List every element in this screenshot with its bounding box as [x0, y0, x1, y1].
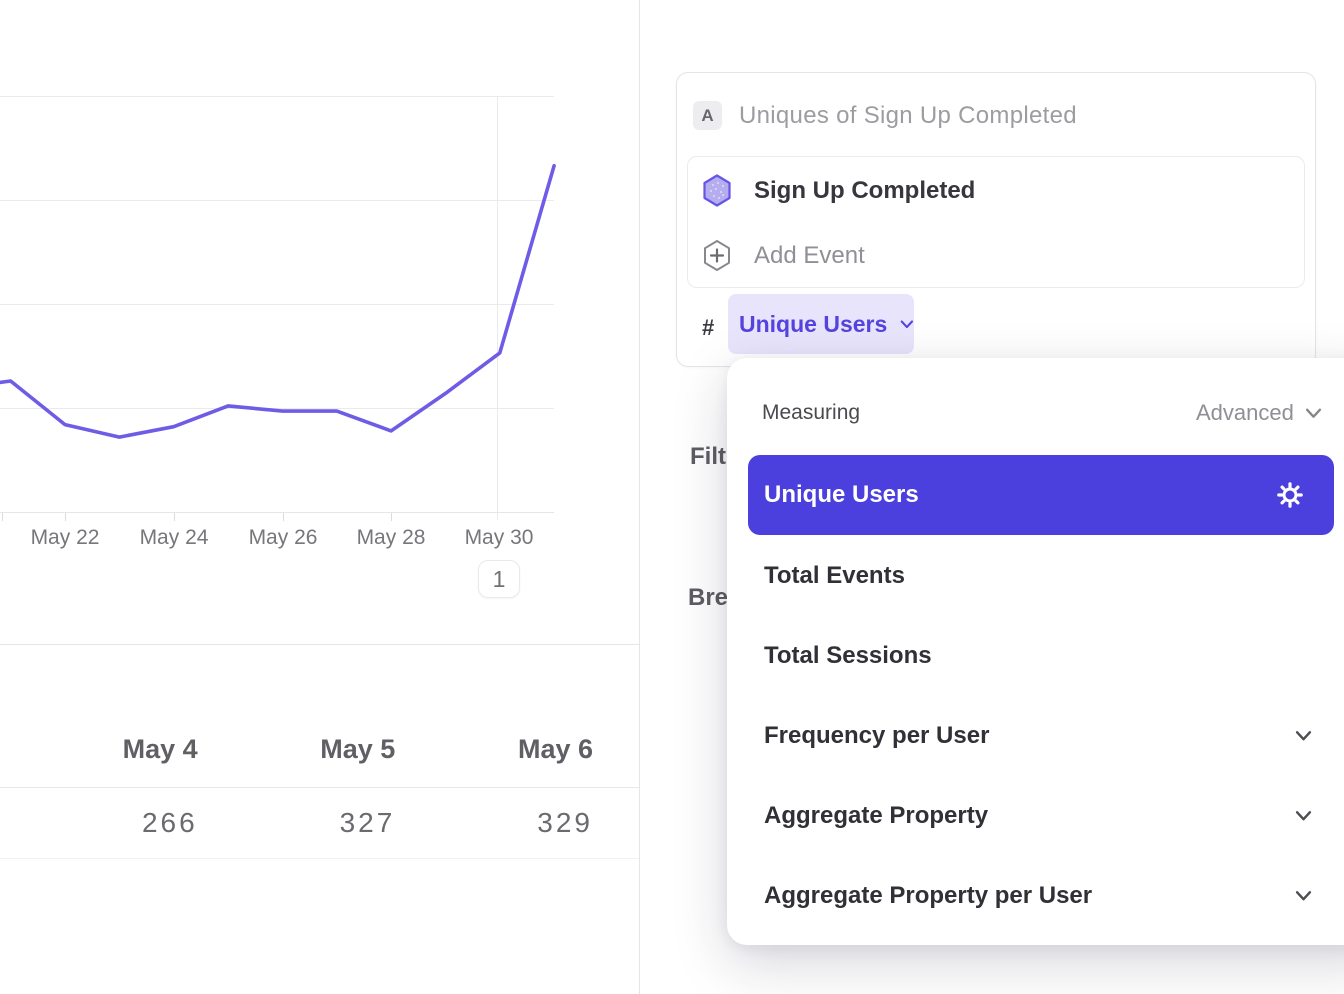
metric-title: Uniques of Sign Up Completed [739, 101, 1077, 131]
measuring-dropdown-menu: Measuring Advanced Unique Users Total Ev… [727, 358, 1344, 945]
menu-item-label: Total Events [764, 562, 905, 590]
menu-item-total-sessions[interactable]: Total Sessions [748, 616, 1334, 696]
chevron-down-icon [1295, 811, 1312, 822]
menu-item-label: Aggregate Property per User [764, 882, 1092, 910]
table-value-cell: 329 [395, 807, 593, 839]
menu-item-aggregate-property[interactable]: Aggregate Property [748, 776, 1334, 856]
chevron-down-icon [1295, 731, 1312, 742]
gear-icon[interactable] [1276, 481, 1304, 509]
x-axis-label: May 30 [465, 526, 534, 550]
measuring-menu-title: Measuring [762, 398, 860, 428]
menu-item-label: Frequency per User [764, 722, 989, 750]
breakdown-section-label: Bre [688, 584, 728, 612]
menu-item-label: Unique Users [764, 481, 919, 509]
series-letter-badge[interactable]: A [693, 101, 722, 130]
advanced-mode-label: Advanced [1196, 400, 1294, 426]
measure-hash-symbol: # [702, 314, 714, 342]
table-value-cell: 327 [198, 807, 396, 839]
annotation-marker-badge[interactable]: 1 [478, 560, 520, 598]
table-header-cell: May 4 [0, 734, 198, 765]
menu-item-aggregate-property-per-user[interactable]: Aggregate Property per User [748, 856, 1334, 936]
plus-hexagon-icon[interactable] [702, 239, 732, 272]
x-axis-label: May 26 [249, 526, 318, 550]
event-row[interactable]: Sign Up Completed [754, 174, 975, 207]
table-header-cell: May 6 [395, 734, 593, 765]
menu-item-frequency-per-user[interactable]: Frequency per User [748, 696, 1334, 776]
metric-query-card: A Uniques of Sign Up Completed Sign Up C… [676, 72, 1316, 367]
menu-item-label: Aggregate Property [764, 802, 988, 830]
x-axis-label: May 24 [140, 526, 209, 550]
advanced-mode-toggle[interactable]: Advanced [1196, 398, 1322, 428]
menu-item-unique-users[interactable]: Unique Users [748, 455, 1334, 535]
panel-divider [639, 0, 640, 994]
x-axis-label: May 22 [31, 526, 100, 550]
chevron-down-icon [900, 319, 914, 330]
table-header-row: May 4 May 5 May 6 [0, 645, 640, 787]
measurement-dropdown-pill[interactable]: Unique Users [728, 294, 914, 354]
chevron-down-icon [1295, 891, 1312, 902]
menu-item-total-events[interactable]: Total Events [748, 536, 1334, 616]
menu-item-label: Total Sessions [764, 642, 932, 670]
filter-section-label: Filt [690, 443, 726, 471]
hexagon-icon [702, 174, 732, 207]
x-axis-label: May 28 [357, 526, 426, 550]
signups-line [0, 166, 554, 437]
table-value-cell: 266 [0, 807, 198, 839]
measurement-pill-label: Unique Users [739, 311, 887, 338]
add-event-button[interactable]: Add Event [754, 239, 865, 272]
table-row-divider [0, 858, 640, 859]
chevron-down-icon [1305, 408, 1322, 419]
table-row: 266 327 329 [0, 788, 640, 858]
table-header-cell: May 5 [198, 734, 396, 765]
line-chart [0, 0, 640, 560]
event-card: Sign Up Completed Add Event [687, 156, 1305, 288]
